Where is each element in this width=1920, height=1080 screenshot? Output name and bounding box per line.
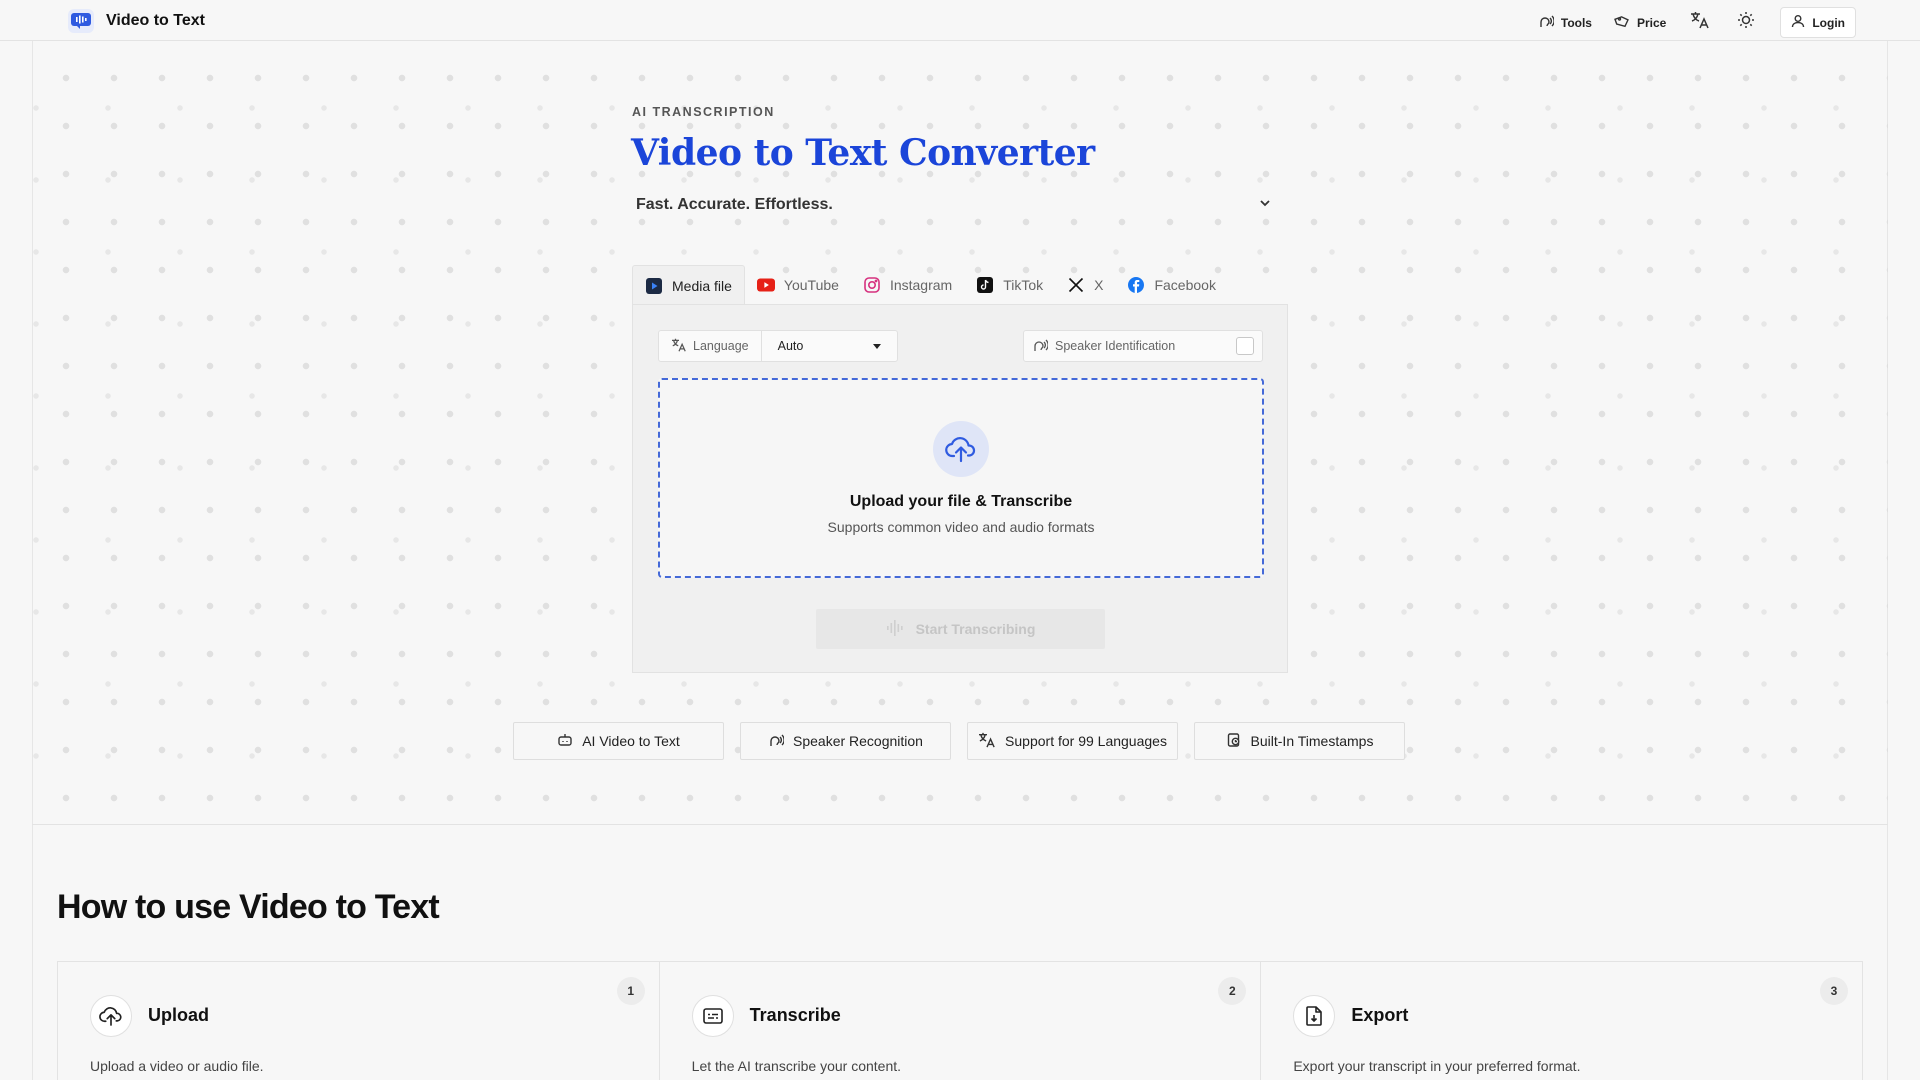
step-export: Export 3 Export your transcript in your …: [1261, 962, 1862, 1080]
language-switch-button[interactable]: [1688, 9, 1712, 37]
nav-price-label: Price: [1636, 15, 1667, 30]
step-description: Export your transcript in your preferred…: [1293, 1058, 1581, 1074]
translate-icon: [671, 338, 687, 355]
step-number: 3: [1820, 977, 1849, 1005]
step-title: Upload: [148, 1005, 209, 1025]
caret-down-icon: [873, 339, 881, 353]
robot-icon: [557, 732, 573, 751]
how-to-steps: Upload 1 Upload a video or audio file. T…: [57, 961, 1863, 1080]
brand-name: Video to Text: [106, 12, 205, 29]
upload-cloud-icon: [90, 995, 132, 1037]
chevron-down-icon[interactable]: [1258, 196, 1272, 215]
upload-cloud-icon: [933, 421, 989, 477]
speaker-identification-checkbox[interactable]: [1236, 337, 1254, 355]
tab-label: YouTube: [783, 277, 839, 293]
top-header: Video to Text Tools Price Login: [0, 0, 1920, 41]
feature-speaker-recognition: Speaker Recognition: [740, 722, 951, 760]
page-title: Video to Text Converter: [631, 132, 1095, 174]
waveform-icon: [886, 619, 906, 639]
dropzone-subtitle: Supports common video and audio formats: [827, 519, 1095, 535]
translate-icon: [1690, 11, 1710, 34]
feature-label: AI Video to Text: [582, 733, 680, 749]
captions-icon: [691, 995, 734, 1037]
brand[interactable]: Video to Text: [68, 9, 205, 33]
translate-icon: [978, 732, 996, 751]
tab-x[interactable]: X: [1055, 265, 1115, 305]
hero-subtitle: Fast. Accurate. Effortless.: [636, 196, 833, 213]
speaker-identification-label: Speaker Identification: [1032, 337, 1175, 356]
user-icon: [1791, 14, 1805, 31]
feature-chips: AI Video to Text Speaker Recognition Sup…: [513, 722, 1405, 760]
language-value[interactable]: Auto: [762, 339, 897, 353]
feature-label: Speaker Recognition: [793, 733, 923, 749]
step-transcribe: Transcribe 2 Let the AI transcribe your …: [660, 962, 1262, 1080]
file-download-icon: [1293, 995, 1336, 1037]
speaker-icon: [768, 732, 785, 751]
tab-youtube[interactable]: YouTube: [745, 265, 851, 305]
step-number: 2: [1218, 977, 1247, 1005]
section-divider: [32, 824, 1888, 825]
theme-toggle-button[interactable]: [1734, 9, 1758, 37]
step-title: Transcribe: [749, 1005, 841, 1025]
x-icon: [1067, 276, 1085, 294]
top-nav: Tools Price Login: [1538, 7, 1856, 38]
nav-tools[interactable]: Tools: [1538, 9, 1592, 37]
tab-label: Facebook: [1154, 277, 1216, 293]
step-title: Export: [1351, 1005, 1409, 1025]
login-button[interactable]: Login: [1780, 7, 1856, 38]
step-number: 1: [616, 977, 645, 1005]
subtitle-row[interactable]: Fast. Accurate. Effortless.: [636, 193, 1272, 217]
nav-price[interactable]: Price: [1614, 9, 1666, 37]
hero-eyebrow: AI TRANSCRIPTION: [632, 105, 775, 119]
feature-label: Support for 99 Languages: [1005, 733, 1167, 749]
tab-media-file[interactable]: Media file: [632, 265, 745, 305]
source-tabs: Media file YouTube Instagram TikTok X Fa…: [632, 265, 1228, 305]
how-to-title: How to use Video to Text: [57, 888, 440, 926]
start-transcribing-label: Start Transcribing: [915, 621, 1036, 637]
facebook-icon: [1127, 276, 1145, 294]
login-label: Login: [1812, 15, 1845, 30]
instagram-icon: [863, 276, 881, 294]
youtube-icon: [756, 276, 775, 294]
speaker-wave-icon: [1032, 337, 1049, 356]
speaker-identification-toggle[interactable]: Speaker Identification: [1023, 330, 1263, 362]
tiktok-icon: [976, 276, 994, 294]
feature-label: Built-In Timestamps: [1250, 733, 1374, 749]
sun-icon: [1737, 11, 1755, 34]
feature-ai-video-to-text: AI Video to Text: [513, 722, 724, 760]
brand-logo-icon: [68, 9, 94, 33]
step-upload: Upload 1 Upload a video or audio file.: [58, 962, 660, 1080]
tab-label: Instagram: [889, 277, 953, 293]
start-transcribing-button[interactable]: Start Transcribing: [816, 609, 1105, 649]
language-label-text: Language: [693, 339, 749, 353]
language-select[interactable]: Language Auto: [658, 330, 898, 362]
language-label: Language: [659, 331, 762, 361]
dropzone-title: Upload your file & Transcribe: [849, 493, 1073, 510]
timestamp-icon: [1226, 732, 1242, 751]
step-description: Let the AI transcribe your content.: [691, 1058, 902, 1074]
feature-timestamps: Built-In Timestamps: [1194, 722, 1405, 760]
nav-tools-label: Tools: [1560, 15, 1592, 30]
tab-label: TikTok: [1003, 277, 1044, 293]
tab-facebook[interactable]: Facebook: [1115, 265, 1227, 305]
media-file-icon: [645, 277, 663, 295]
speaker-wave-icon: [1538, 13, 1555, 32]
upload-dropzone[interactable]: Upload your file & Transcribe Supports c…: [658, 378, 1264, 578]
tab-tiktok[interactable]: TikTok: [964, 265, 1055, 305]
transcribe-panel: Language Auto Speaker Identification Upl…: [632, 304, 1288, 673]
step-description: Upload a video or audio file.: [90, 1058, 264, 1074]
feature-99-languages: Support for 99 Languages: [967, 722, 1178, 760]
speaker-identification-text: Speaker Identification: [1055, 339, 1176, 353]
price-tag-icon: [1614, 13, 1630, 32]
language-selected: Auto: [777, 339, 804, 353]
tab-label: Media file: [672, 277, 732, 294]
tab-instagram[interactable]: Instagram: [851, 265, 964, 305]
tab-label: X: [1094, 277, 1104, 293]
